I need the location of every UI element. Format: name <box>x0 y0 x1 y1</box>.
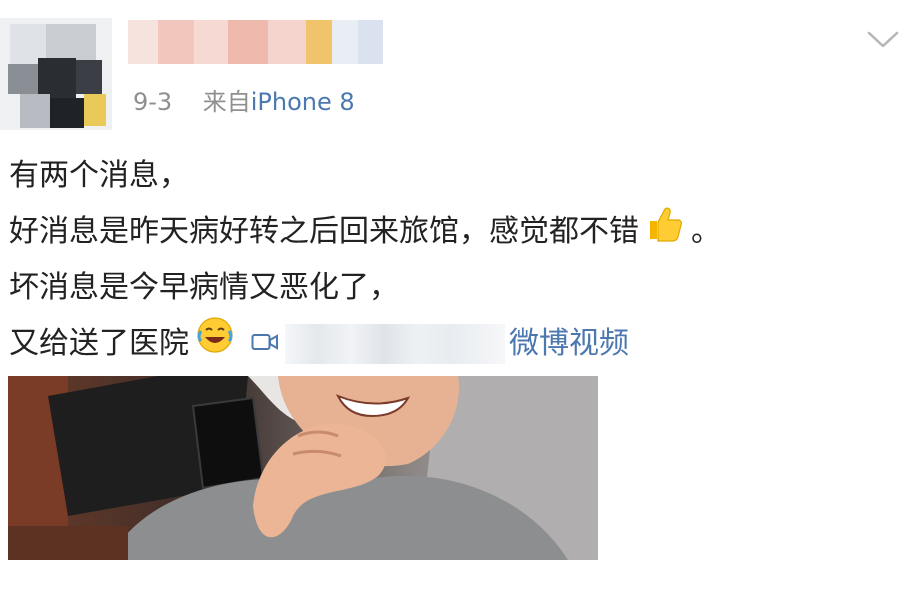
post-line-2-end: 。 <box>691 214 721 249</box>
post-source-device[interactable]: iPhone 8 <box>251 88 355 116</box>
video-link[interactable]: 微博视频 <box>241 316 629 372</box>
post-line-2: 好消息是昨天病好转之后回来旅馆，感觉都不错 <box>9 214 639 249</box>
thumbs-up-emoji <box>645 203 685 262</box>
chevron-down-icon[interactable] <box>866 28 900 50</box>
video-link-suffix: 微博视频 <box>509 326 629 361</box>
post-line-4: 又给送了医院 <box>9 326 189 361</box>
post-text: 有两个消息， 好消息是昨天病好转之后回来旅馆，感觉都不错 。 坏消息是今早病情又… <box>9 148 721 372</box>
post-source-prefix: 来自 <box>202 88 251 116</box>
post-line-1: 有两个消息， <box>9 158 189 193</box>
post-image[interactable] <box>8 376 598 560</box>
weibo-post: 9-3 来自iPhone 8 有两个消息， 好消息是昨天病好转之后回来旅馆，感觉… <box>0 0 914 594</box>
blurred-video-title <box>285 324 505 364</box>
post-line-3: 坏消息是今早病情又恶化了， <box>9 270 399 305</box>
video-camera-icon <box>251 316 279 372</box>
laugh-cry-emoji <box>195 315 235 374</box>
user-name[interactable] <box>128 20 383 64</box>
post-meta: 9-3 来自iPhone 8 <box>133 82 355 117</box>
avatar[interactable] <box>0 18 112 130</box>
post-time: 9-3 <box>133 88 173 116</box>
